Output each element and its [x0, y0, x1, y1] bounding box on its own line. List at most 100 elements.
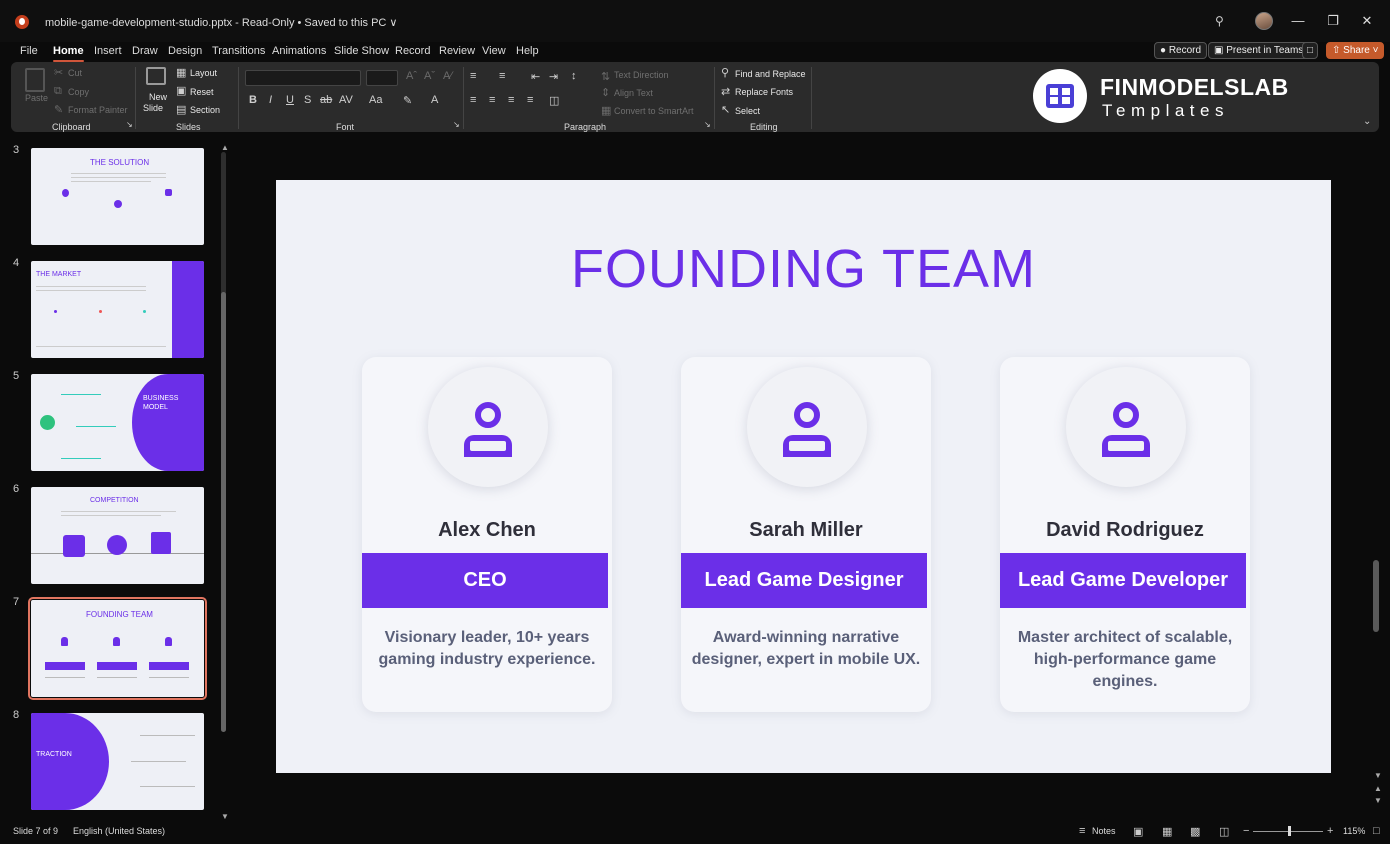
paste-button[interactable]: Paste — [25, 93, 48, 103]
zoom-slider-thumb[interactable] — [1288, 826, 1291, 836]
normal-view-icon[interactable]: ▣ — [1133, 825, 1143, 838]
font-size-field[interactable] — [366, 70, 398, 86]
tab-home[interactable]: Home — [53, 45, 84, 62]
copy-icon[interactable]: ⧉ — [54, 85, 62, 98]
font-color-icon[interactable]: A — [431, 94, 438, 106]
columns-icon[interactable]: ◫ — [549, 94, 559, 107]
share-button[interactable]: ⇧ Share ˅ — [1326, 42, 1385, 59]
increase-font-icon[interactable]: Aˆ — [406, 70, 417, 82]
restore-button[interactable]: ❐ — [1324, 12, 1342, 30]
smartart-icon[interactable]: ▦ — [601, 104, 611, 117]
highlight-icon[interactable]: ✎ — [403, 94, 412, 107]
close-button[interactable]: ✕ — [1358, 12, 1376, 30]
ribbon-collapse-icon[interactable]: ⌄ — [1363, 116, 1371, 127]
slide-thumbnail-7[interactable]: FOUNDING TEAM — [28, 597, 207, 700]
editor-scrollbar[interactable] — [1373, 560, 1379, 632]
align-center-icon[interactable]: ≡ — [489, 94, 495, 106]
next-slide-icon[interactable]: ▼ — [1374, 796, 1382, 805]
zoom-in-icon[interactable]: + — [1327, 825, 1333, 837]
tab-record[interactable]: Record — [395, 45, 430, 57]
bold-icon[interactable]: B — [249, 94, 257, 106]
tab-file[interactable]: File — [20, 45, 38, 57]
notes-icon[interactable]: ≡ — [1079, 825, 1085, 837]
zoom-level[interactable]: 115% — [1343, 826, 1365, 836]
minimize-button[interactable]: — — [1289, 12, 1307, 30]
line-spacing-icon[interactable]: ↕ — [571, 70, 577, 82]
slide-title[interactable]: FOUNDING TEAM — [276, 238, 1331, 300]
team-card[interactable]: David Rodriguez Lead Game Developer Mast… — [1000, 357, 1250, 712]
align-text-button[interactable]: Align Text — [614, 88, 653, 98]
present-in-teams-button[interactable]: ▣ Present in Teams — [1208, 42, 1310, 59]
comments-button[interactable]: □ — [1302, 42, 1319, 59]
search-icon[interactable]: ⚲ — [1215, 14, 1229, 28]
change-case-icon[interactable]: Aa — [369, 94, 382, 106]
character-spacing-icon[interactable]: AV — [339, 94, 353, 106]
layout-button[interactable]: Layout — [190, 68, 217, 78]
replace-fonts-icon[interactable]: ⇄ — [721, 85, 730, 98]
select-icon[interactable]: ↖ — [721, 103, 730, 116]
format-painter-button[interactable]: Format Painter — [68, 105, 128, 115]
section-button[interactable]: Section — [190, 105, 220, 115]
find-replace-button[interactable]: Find and Replace — [735, 69, 806, 79]
document-title[interactable]: mobile-game-development-studio.pptx - Re… — [45, 16, 397, 29]
tab-view[interactable]: View — [482, 45, 506, 57]
new-slide-icon[interactable] — [146, 67, 166, 85]
strikethrough-icon[interactable]: ab — [320, 94, 332, 106]
layout-icon[interactable]: ▦ — [176, 66, 186, 79]
text-direction-button[interactable]: Text Direction — [614, 70, 669, 80]
team-card[interactable]: Sarah Miller Lead Game Designer Award-wi… — [681, 357, 931, 712]
justify-icon[interactable]: ≡ — [527, 94, 533, 106]
decrease-indent-icon[interactable]: ⇤ — [531, 70, 540, 83]
new-slide-label-2[interactable]: Slide — [143, 103, 163, 113]
tab-animations[interactable]: Animations — [272, 45, 326, 57]
slide-sorter-icon[interactable]: ▦ — [1162, 825, 1172, 838]
align-text-icon[interactable]: ⇕ — [601, 86, 610, 99]
bullets-icon[interactable]: ≡ — [470, 70, 476, 82]
slide-thumbnail-8[interactable]: TRACTION — [31, 713, 204, 810]
tab-transitions[interactable]: Transitions — [212, 45, 265, 57]
section-icon[interactable]: ▤ — [176, 103, 186, 116]
tab-design[interactable]: Design — [168, 45, 202, 57]
notes-button[interactable]: Notes — [1092, 826, 1116, 836]
font-name-field[interactable] — [245, 70, 361, 86]
align-left-icon[interactable]: ≡ — [470, 94, 476, 106]
slide-thumbnail-4[interactable]: THE MARKET — [31, 261, 204, 358]
text-direction-icon[interactable]: ⇅ — [601, 70, 610, 83]
select-button[interactable]: Select — [735, 106, 760, 116]
align-right-icon[interactable]: ≡ — [508, 94, 514, 106]
slide-thumbnail-3[interactable]: THE SOLUTION — [31, 148, 204, 245]
font-launcher-icon[interactable]: ↘ — [453, 120, 460, 129]
decrease-font-icon[interactable]: Aˇ — [424, 70, 435, 82]
cut-icon[interactable]: ✂ — [54, 66, 63, 79]
increase-indent-icon[interactable]: ⇥ — [549, 70, 558, 83]
fit-to-window-icon[interactable]: □ — [1373, 825, 1380, 837]
slide-show-icon[interactable]: ◫ — [1219, 825, 1229, 838]
thumb-scroll-down-icon[interactable]: ▼ — [221, 812, 229, 821]
record-button[interactable]: ● Record — [1154, 42, 1208, 59]
tab-insert[interactable]: Insert — [94, 45, 122, 57]
clear-formatting-icon[interactable]: A∕ — [443, 70, 452, 82]
copy-button[interactable]: Copy — [68, 87, 89, 97]
format-painter-icon[interactable]: ✎ — [54, 103, 63, 116]
underline-icon[interactable]: U — [286, 94, 294, 106]
cut-button[interactable]: Cut — [68, 68, 82, 78]
paragraph-launcher-icon[interactable]: ↘ — [704, 120, 711, 129]
previous-slide-icon[interactable]: ▲ — [1374, 784, 1382, 793]
italic-icon[interactable]: I — [269, 94, 272, 106]
numbering-icon[interactable]: ≡ — [499, 70, 505, 82]
reset-button[interactable]: Reset — [190, 87, 214, 97]
shadow-icon[interactable]: S — [304, 94, 311, 106]
team-card[interactable]: Alex Chen CEO Visionary leader, 10+ year… — [362, 357, 612, 712]
new-slide-label-1[interactable]: New — [149, 92, 167, 102]
language-indicator[interactable]: English (United States) — [73, 826, 165, 836]
thumb-scroll-up-icon[interactable]: ▲ — [221, 143, 229, 152]
slide-thumbnail-5[interactable]: BUSINESS MODEL — [31, 374, 204, 471]
clipboard-launcher-icon[interactable]: ↘ — [126, 120, 133, 129]
tab-draw[interactable]: Draw — [132, 45, 158, 57]
thumbnail-scrollbar[interactable] — [221, 152, 226, 732]
editor-scroll-down-icon[interactable]: ▼ — [1374, 771, 1382, 780]
slide-canvas[interactable]: FOUNDING TEAM Alex Chen CEO Visionary le… — [276, 180, 1331, 773]
zoom-out-icon[interactable]: − — [1243, 825, 1249, 837]
paste-icon[interactable] — [25, 68, 45, 92]
find-icon[interactable]: ⚲ — [721, 66, 729, 79]
